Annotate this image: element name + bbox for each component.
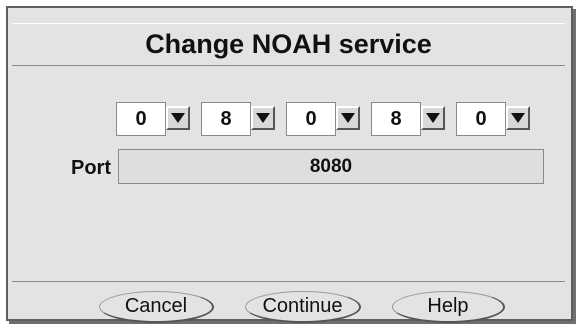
digit-value[interactable]: 0 (286, 102, 336, 136)
digit-selector-1: 0 (116, 102, 196, 136)
chevron-down-icon (171, 113, 185, 123)
digit-selector-5: 0 (456, 102, 536, 136)
digit-dropdown-button[interactable] (336, 106, 360, 130)
chevron-down-icon (256, 113, 270, 123)
digit-dropdown-button[interactable] (166, 106, 190, 130)
change-service-dialog: Change NOAH service 0 8 0 8 0 Port 8080 … (6, 6, 573, 323)
digit-value[interactable]: 0 (116, 102, 166, 136)
dialog-title-bar: Change NOAH service (12, 23, 565, 66)
dialog-title: Change NOAH service (145, 29, 432, 59)
digit-value[interactable]: 0 (456, 102, 506, 136)
continue-button[interactable]: Continue (245, 291, 361, 323)
digit-selector-2: 8 (201, 102, 281, 136)
port-label: Port (71, 157, 111, 179)
cancel-button[interactable]: Cancel (99, 291, 214, 323)
chevron-down-icon (426, 113, 440, 123)
digit-value[interactable]: 8 (371, 102, 421, 136)
chevron-down-icon (511, 113, 525, 123)
digit-dropdown-button[interactable] (421, 106, 445, 130)
chevron-down-icon (341, 113, 355, 123)
digit-selector-3: 0 (286, 102, 366, 136)
digit-dropdown-button[interactable] (251, 106, 275, 130)
port-field[interactable]: 8080 (118, 149, 544, 184)
button-bar: Cancel Continue Help (12, 281, 565, 323)
digit-dropdown-button[interactable] (506, 106, 530, 130)
digit-value[interactable]: 8 (201, 102, 251, 136)
digit-selector-4: 8 (371, 102, 451, 136)
help-button[interactable]: Help (392, 291, 505, 323)
